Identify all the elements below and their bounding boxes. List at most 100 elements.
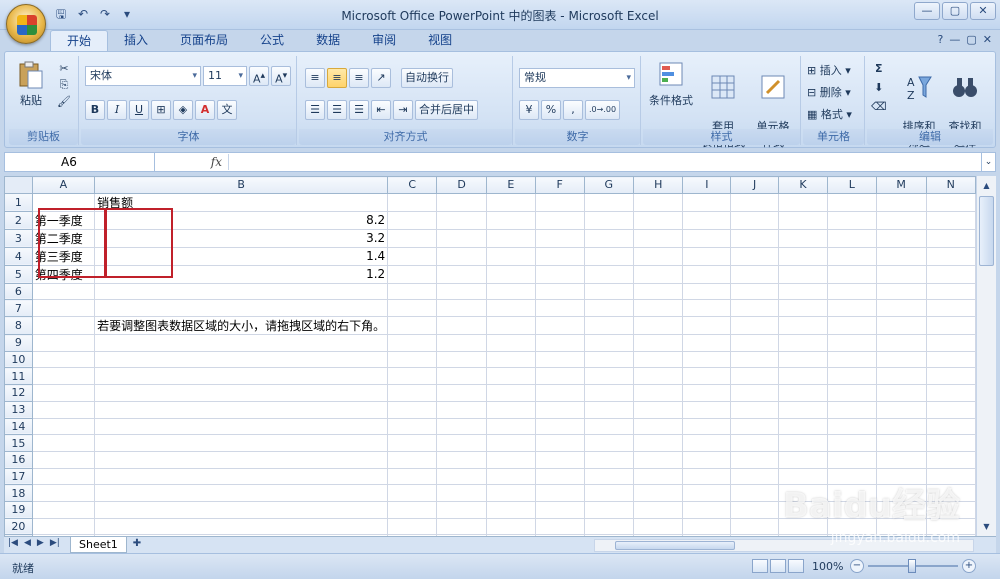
cell-D10[interactable] <box>436 350 487 369</box>
column-header[interactable]: L <box>827 176 877 194</box>
last-sheet-icon[interactable]: ▶| <box>50 538 60 548</box>
row-header[interactable]: 20 <box>4 517 33 536</box>
cell-C15[interactable] <box>387 434 438 452</box>
accounting-icon[interactable]: ¥ <box>519 100 539 120</box>
cell-F14[interactable] <box>534 417 585 436</box>
page-break-view-icon[interactable] <box>788 559 804 573</box>
cell-M3[interactable] <box>875 228 927 248</box>
cell-G10[interactable] <box>583 350 635 369</box>
cell-A20[interactable] <box>31 517 96 536</box>
cell-L9[interactable] <box>827 334 877 352</box>
cell-B15[interactable] <box>94 434 389 452</box>
cell-F10[interactable] <box>534 350 585 369</box>
first-sheet-icon[interactable]: |◀ <box>8 538 18 548</box>
vertical-scroll-thumb[interactable] <box>979 196 994 266</box>
cell-E2[interactable] <box>485 210 536 230</box>
cell-I18[interactable] <box>682 484 732 502</box>
cell-F2[interactable] <box>534 210 585 230</box>
cell-M4[interactable] <box>875 246 927 266</box>
cell-M8[interactable] <box>875 316 927 336</box>
insert-cells-button[interactable]: ⊞ 插入 ▾ <box>807 62 851 78</box>
cell-I13[interactable] <box>682 400 732 419</box>
cell-A18[interactable] <box>31 484 96 502</box>
decrease-indent-icon[interactable]: ⇤ <box>371 100 391 120</box>
cell-H17[interactable] <box>633 467 684 486</box>
column-header[interactable]: F <box>534 176 585 194</box>
row-header[interactable]: 6 <box>4 282 33 301</box>
cell-E7[interactable] <box>485 299 536 318</box>
cell-F4[interactable] <box>534 246 585 266</box>
cell-N15[interactable] <box>925 434 976 452</box>
cell-E10[interactable] <box>485 350 536 369</box>
cell-A5[interactable]: 第四季度 <box>31 264 96 284</box>
cell-I10[interactable] <box>682 350 732 369</box>
cell-G9[interactable] <box>583 334 635 352</box>
cell-D12[interactable] <box>436 384 487 402</box>
column-header[interactable]: A <box>31 176 96 194</box>
doc-minimize-button[interactable]: — <box>949 33 960 46</box>
cell-M7[interactable] <box>875 299 927 318</box>
column-header[interactable]: D <box>436 176 487 194</box>
cell-J10[interactable] <box>730 350 779 369</box>
cell-I3[interactable] <box>682 228 732 248</box>
cell-J6[interactable] <box>730 282 779 301</box>
fill-icon[interactable]: ⬇ <box>874 81 883 94</box>
cell-J16[interactable] <box>730 450 779 469</box>
cell-F11[interactable] <box>534 367 585 386</box>
cell-H8[interactable] <box>633 316 684 336</box>
cell-K1[interactable] <box>777 192 829 212</box>
cell-E14[interactable] <box>485 417 536 436</box>
cell-B14[interactable] <box>94 417 389 436</box>
cell-G11[interactable] <box>583 367 635 386</box>
insert-sheet-icon[interactable]: ✚ <box>128 538 146 552</box>
zoom-slider-knob[interactable] <box>908 559 916 573</box>
copy-icon[interactable]: ⎘ <box>60 78 69 92</box>
row-header[interactable]: 3 <box>4 228 33 248</box>
cell-C2[interactable] <box>387 210 438 230</box>
cell-N5[interactable] <box>925 264 976 284</box>
cell-D4[interactable] <box>436 246 487 266</box>
cell-C18[interactable] <box>387 484 438 502</box>
cell-A17[interactable] <box>31 467 96 486</box>
cell-B2[interactable]: 8.2 <box>94 210 389 230</box>
doc-close-button[interactable]: ✕ <box>983 33 992 46</box>
cell-J2[interactable] <box>730 210 779 230</box>
font-color-icon[interactable]: A <box>195 100 215 120</box>
cell-N14[interactable] <box>925 417 976 436</box>
column-header[interactable]: B <box>94 176 389 194</box>
minimize-button[interactable]: — <box>914 2 940 20</box>
cell-D17[interactable] <box>436 467 487 486</box>
doc-restore-button[interactable]: ▢ <box>966 33 976 46</box>
tab-home[interactable]: 开始 <box>50 30 109 52</box>
cell-G15[interactable] <box>583 434 635 452</box>
cell-I7[interactable] <box>682 299 732 318</box>
cell-E18[interactable] <box>485 484 536 502</box>
cell-B8[interactable]: 若要调整图表数据区域的大小，请拖拽区域的右下角。 <box>94 316 389 336</box>
cell-N11[interactable] <box>925 367 976 386</box>
cell-B3[interactable]: 3.2 <box>94 228 389 248</box>
row-header[interactable]: 13 <box>4 400 33 419</box>
cell-H18[interactable] <box>633 484 684 502</box>
zoom-in-icon[interactable]: + <box>962 559 976 573</box>
cell-M2[interactable] <box>875 210 927 230</box>
cell-L11[interactable] <box>827 367 877 386</box>
column-header[interactable]: N <box>925 176 976 194</box>
cell-F6[interactable] <box>534 282 585 301</box>
cell-C5[interactable] <box>387 264 438 284</box>
cell-A1[interactable] <box>31 192 96 212</box>
cell-E4[interactable] <box>485 246 536 266</box>
cell-H10[interactable] <box>633 350 684 369</box>
row-header[interactable]: 14 <box>4 417 33 436</box>
column-header[interactable]: G <box>583 176 635 194</box>
cell-G18[interactable] <box>583 484 635 502</box>
cell-J3[interactable] <box>730 228 779 248</box>
cell-A19[interactable] <box>31 500 96 519</box>
cell-L16[interactable] <box>827 450 877 469</box>
sheet-tab-sheet1[interactable]: Sheet1 <box>70 537 127 553</box>
cell-A12[interactable] <box>31 384 96 402</box>
cell-B7[interactable] <box>94 299 389 318</box>
row-header[interactable]: 8 <box>4 316 33 336</box>
cell-G8[interactable] <box>583 316 635 336</box>
format-painter-icon[interactable]: 🖌 <box>57 95 71 108</box>
italic-button[interactable]: I <box>107 100 127 120</box>
